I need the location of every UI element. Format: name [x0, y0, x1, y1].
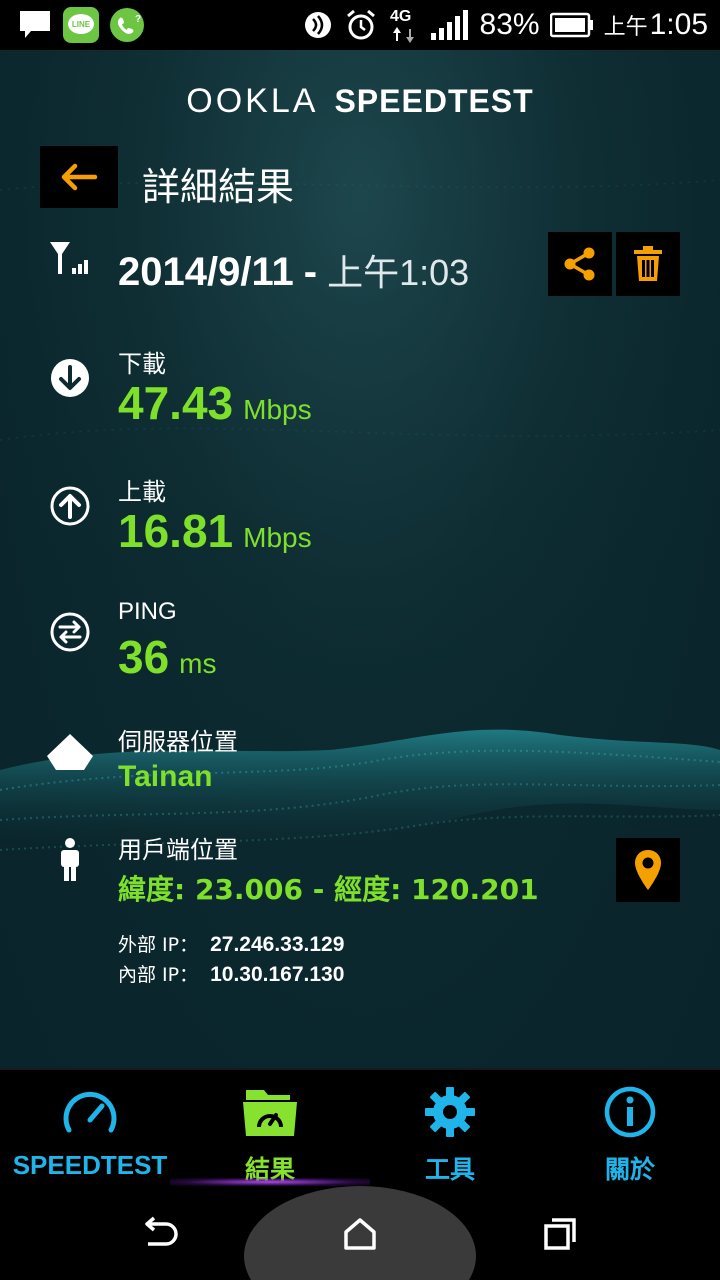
line-app-icon: LINE: [62, 6, 100, 44]
nav-speedtest-label: SPEEDTEST: [12, 1150, 168, 1180]
external-ip-value: 27.246.33.129: [210, 933, 345, 956]
person-icon: [61, 838, 79, 881]
share-icon: [564, 247, 595, 281]
upload-icon: [50, 486, 90, 526]
server-location-label: 伺服器位置: [118, 728, 238, 756]
ping-value: 36: [118, 631, 170, 683]
info-icon: [540, 1084, 720, 1144]
nav-speedtest[interactable]: SPEEDTEST: [0, 1070, 180, 1188]
logo-ookla-text: OOKLA: [186, 82, 319, 120]
nav-results[interactable]: 結果: [180, 1070, 360, 1188]
signal-strength-icon: [430, 10, 468, 40]
datetime-separator: -: [303, 250, 318, 294]
upload-label: 上載: [118, 478, 166, 506]
internal-ip-value: 10.30.167.130: [210, 963, 345, 986]
download-unit: Mbps: [243, 394, 312, 425]
back-icon: [145, 1216, 178, 1246]
whatscall-app-icon: ?: [108, 6, 146, 44]
trash-icon: [634, 246, 662, 281]
page-title: 詳細結果: [142, 165, 295, 209]
client-location-value: 緯度: 23.006 - 經度: 120.201: [118, 873, 539, 906]
delete-button[interactable]: [616, 232, 680, 296]
notification-icons: LINE ?: [16, 6, 146, 44]
upload-speed: 16.81 Mbps: [118, 504, 312, 558]
system-back-button[interactable]: [136, 1210, 184, 1258]
nav-about[interactable]: 關於: [540, 1070, 720, 1188]
battery-percentage: 83%: [479, 8, 540, 41]
server-location-value: Tainan: [118, 760, 213, 793]
arrow-left-icon: [61, 163, 98, 191]
internal-ip-row: 內部 IP： 10.30.167.130: [118, 960, 344, 987]
ping-unit: ms: [179, 648, 217, 679]
clock-time: 1:05: [649, 8, 708, 41]
external-ip-label: 外部 IP：: [118, 934, 199, 956]
svg-text:LINE: LINE: [72, 20, 91, 29]
nfc-icon: [304, 12, 331, 38]
server-location-icon: [47, 734, 93, 770]
test-time: 上午1:03: [327, 252, 470, 293]
upload-value: 16.81: [118, 505, 234, 557]
home-icon: [344, 1218, 376, 1250]
nav-tools-label: 工具: [424, 1155, 475, 1184]
speedometer-icon: [0, 1084, 180, 1144]
network-type-label: 4G: [390, 8, 411, 25]
clock-prefix: 上午: [603, 14, 648, 39]
share-button[interactable]: [548, 232, 612, 296]
internal-ip-label: 內部 IP：: [118, 964, 199, 986]
message-notification-icon: [16, 6, 54, 44]
download-label: 下載: [118, 350, 166, 378]
status-indicators: 4G 83% 上午1:05: [302, 0, 708, 50]
download-value: 47.43: [118, 377, 234, 429]
bottom-navigation: SPEEDTEST 結果 工具 關於: [0, 1068, 720, 1188]
battery-icon: [549, 12, 593, 38]
download-speed: 47.43 Mbps: [118, 376, 312, 430]
ping-label: PING: [118, 598, 177, 625]
status-bar: LINE ? 4G 83% 上午1:05: [0, 0, 720, 50]
system-recents-button[interactable]: [536, 1210, 584, 1258]
system-navigation-bar: [0, 1186, 720, 1280]
ookla-speedtest-logo: OOKLA SPEEDTEST: [0, 82, 720, 121]
test-datetime: 2014/9/11- 上午1:03: [118, 244, 469, 296]
ping-result: 36 ms: [118, 630, 217, 684]
results-folder-icon: [180, 1084, 360, 1144]
nav-about-label: 關於: [604, 1155, 655, 1184]
ping-icon: [50, 612, 90, 652]
screen: LINE ? 4G 83% 上午1:05 OOKLA SPEEDTEST 詳細結…: [0, 0, 720, 1280]
test-date: 2014/9/11: [118, 250, 294, 294]
nav-tools[interactable]: 工具: [360, 1070, 540, 1188]
cellular-connection-icon: [50, 242, 88, 274]
clock: 上午1:05: [604, 8, 708, 42]
recent-apps-icon: [544, 1218, 576, 1250]
map-location-button[interactable]: [616, 838, 680, 902]
results-detail-view: OOKLA SPEEDTEST 詳細結果 2014/9/11- 上午1:03 下載 …: [0, 50, 720, 1068]
map-pin-icon: [635, 850, 661, 890]
svg-text:?: ?: [135, 14, 141, 25]
system-home-button[interactable]: [336, 1210, 384, 1258]
upload-unit: Mbps: [243, 522, 312, 553]
alarm-icon: [346, 9, 375, 40]
back-button[interactable]: [40, 146, 118, 208]
external-ip-row: 外部 IP： 27.246.33.129: [118, 930, 344, 957]
nav-active-indicator: [170, 1178, 370, 1186]
logo-speedtest-text: SPEEDTEST: [334, 83, 534, 119]
network-4g-icon: 4G: [390, 8, 414, 43]
download-icon: [51, 359, 89, 397]
client-location-label: 用戶端位置: [118, 836, 238, 864]
gear-icon: [360, 1084, 540, 1144]
